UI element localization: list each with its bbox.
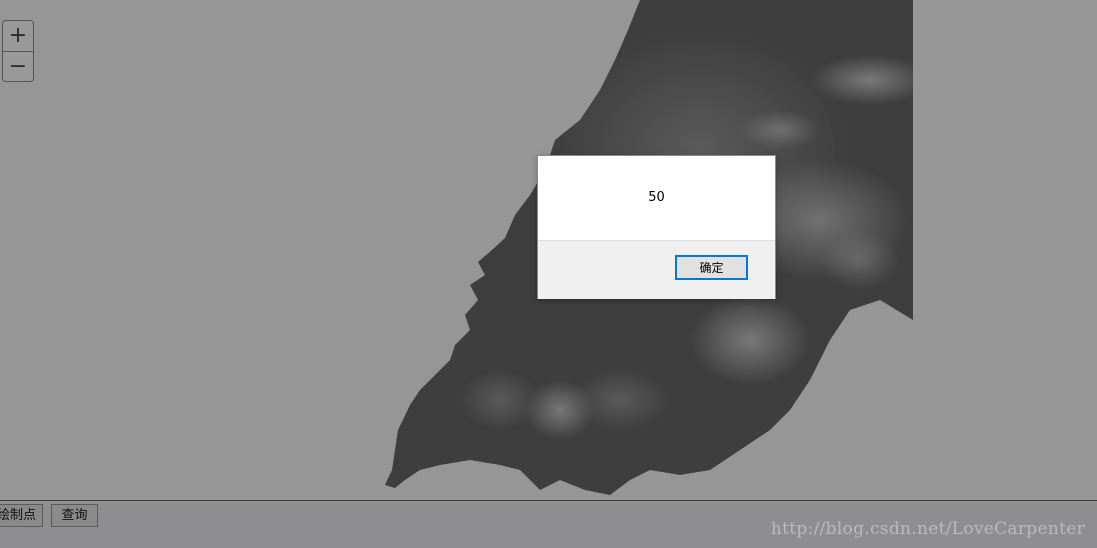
query-button[interactable]: 查询	[51, 504, 98, 527]
draw-point-button[interactable]: 绘制点	[0, 504, 43, 527]
zoom-control: + −	[2, 20, 34, 82]
alert-footer: 确定	[538, 240, 775, 299]
zoom-out-button[interactable]: −	[3, 51, 33, 81]
watermark-text: http://blog.csdn.net/LoveCarpenter	[770, 519, 1085, 539]
zoom-in-button[interactable]: +	[3, 21, 33, 51]
alert-dialog: 50 确定	[537, 155, 776, 299]
alert-message: 50	[648, 190, 665, 205]
ok-button[interactable]: 确定	[675, 255, 748, 280]
bottom-toolbar: 绘制点 查询 http://blog.csdn.net/LoveCarpente…	[0, 500, 1097, 548]
